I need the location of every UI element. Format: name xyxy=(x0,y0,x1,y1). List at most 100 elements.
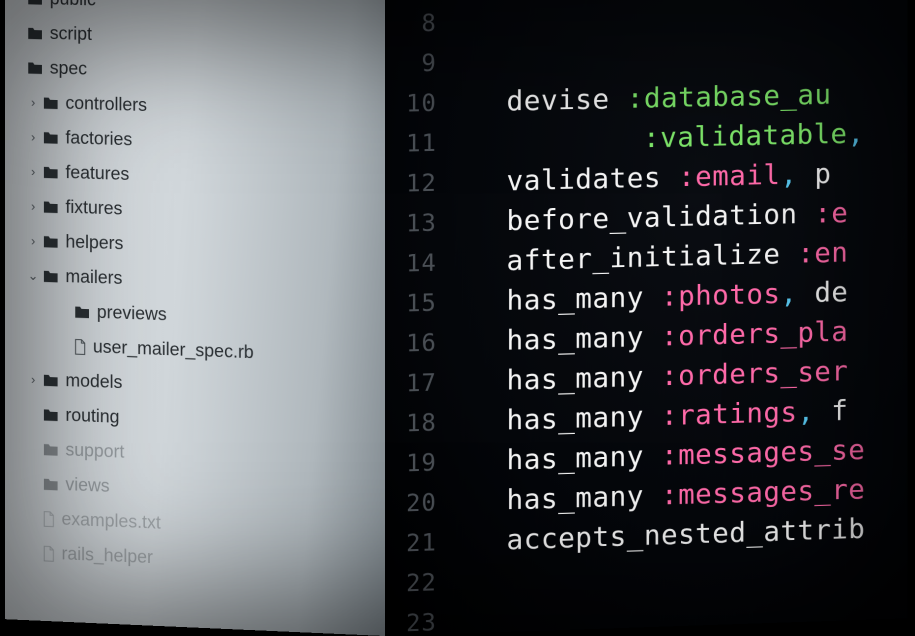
arrow-placeholder xyxy=(26,518,40,519)
folder-icon xyxy=(26,0,44,6)
indent xyxy=(455,350,507,351)
token-sym: :messages_se xyxy=(661,433,865,472)
line-number: 8 xyxy=(385,3,437,44)
token-pun: , xyxy=(780,157,814,190)
arrow-placeholder xyxy=(26,483,40,484)
chevron-down-icon[interactable]: ⌄ xyxy=(26,267,40,283)
tree-item-label: models xyxy=(65,370,122,393)
token-sym: :orders_pla xyxy=(661,315,848,353)
token-sym: :orders_ser xyxy=(661,354,848,392)
token-sym: :messages_re xyxy=(661,472,865,511)
tree-item-label: user_mailer_spec.rb xyxy=(93,337,254,364)
token-sym2: :database_au xyxy=(627,78,832,115)
chevron-right-icon[interactable]: › xyxy=(26,199,40,214)
chevron-right-icon[interactable]: › xyxy=(26,129,40,144)
chevron-right-icon[interactable]: › xyxy=(26,164,40,179)
line-number: 14 xyxy=(385,243,437,284)
line-number: 22 xyxy=(385,562,437,604)
arrow-placeholder xyxy=(26,552,40,553)
line-number: 13 xyxy=(385,203,437,244)
tree-item-label: controllers xyxy=(65,93,147,116)
line-number: 19 xyxy=(385,442,437,484)
line-number: 20 xyxy=(385,482,437,524)
folder-icon xyxy=(42,200,60,214)
code-area[interactable]: devise :database_au:validatable,validate… xyxy=(455,0,908,634)
tree-item-label: features xyxy=(65,162,129,185)
indent xyxy=(455,509,507,511)
line-number-gutter: 891011121314151617181920212223 xyxy=(385,0,455,636)
token-sym: :ratings xyxy=(661,395,797,432)
folder-icon xyxy=(42,165,60,179)
app-root: public script spec › controllers › factories › f… xyxy=(0,0,915,636)
tree-item-label: views xyxy=(65,474,109,497)
tree-item-label: helpers xyxy=(65,232,123,255)
folder-icon xyxy=(42,234,60,248)
tree-item-label: rails_helper xyxy=(62,543,153,568)
tree-item-label: support xyxy=(65,440,124,463)
tree-item-label: previews xyxy=(97,302,167,325)
token-kw: validates xyxy=(506,160,678,197)
folder-icon xyxy=(42,442,60,457)
folder-icon xyxy=(26,26,44,40)
line-number: 9 xyxy=(385,43,437,84)
indent xyxy=(455,190,507,191)
tree-item-label: spec xyxy=(50,58,87,80)
token-kw: has_many xyxy=(506,320,661,357)
tree-item-label: public xyxy=(50,0,96,10)
line-number: 15 xyxy=(385,283,437,324)
folder-icon xyxy=(42,130,60,144)
chevron-right-icon[interactable]: › xyxy=(26,372,40,387)
line-number: 21 xyxy=(385,522,437,564)
tree-item-label: mailers xyxy=(65,266,122,289)
indent xyxy=(455,429,507,430)
folder-icon xyxy=(73,305,91,319)
arrow-placeholder xyxy=(26,448,40,449)
file-icon xyxy=(73,338,87,354)
token-kw: before_validation xyxy=(506,197,814,237)
line-number: 23 xyxy=(385,602,437,636)
line-number: 16 xyxy=(385,323,437,364)
line-number: 18 xyxy=(385,403,437,444)
line-number: 11 xyxy=(385,123,437,164)
arrow-placeholder xyxy=(26,414,40,415)
token-kw: devise xyxy=(506,82,626,117)
folder-icon xyxy=(42,269,60,283)
file-tree-sidebar: public script spec › controllers › factories › f… xyxy=(5,0,385,636)
chevron-right-icon[interactable]: › xyxy=(26,233,40,248)
indent xyxy=(455,310,507,311)
token-pun: , xyxy=(848,117,865,150)
token-pun: , xyxy=(797,394,831,428)
tree-item-label: routing xyxy=(65,405,119,428)
token-sym: :e xyxy=(814,196,848,229)
folder-icon xyxy=(42,477,60,492)
token-kw: has_many xyxy=(506,439,661,476)
folder-icon xyxy=(42,373,60,388)
token-kw: has_many xyxy=(506,399,661,436)
indent xyxy=(455,270,507,271)
indent xyxy=(455,469,507,471)
folder-icon xyxy=(42,407,60,422)
indent xyxy=(455,110,507,111)
indent xyxy=(455,147,643,151)
token-kw: accepts_nested_attrib xyxy=(506,512,865,556)
code-editor[interactable]: 891011121314151617181920212223 devise :d… xyxy=(385,0,908,636)
tree-item-label: fixtures xyxy=(65,197,122,220)
indent xyxy=(455,549,507,551)
tree-item-label: examples.txt xyxy=(62,509,161,534)
chevron-right-icon[interactable]: › xyxy=(26,95,40,110)
indent xyxy=(455,390,507,391)
file-icon xyxy=(42,545,56,561)
token-sym: :email xyxy=(678,158,780,193)
file-tree[interactable]: public script spec › controllers › factories › f… xyxy=(5,0,385,585)
token-plain: f xyxy=(831,394,848,427)
token-kw: has_many xyxy=(506,479,661,517)
line-number: 17 xyxy=(385,363,437,404)
folder-icon xyxy=(26,61,44,75)
token-sym: :photos xyxy=(661,277,780,313)
tree-item-label: factories xyxy=(65,128,132,151)
line-number: 10 xyxy=(385,83,437,124)
indent xyxy=(455,230,507,231)
token-plain: de xyxy=(814,275,848,309)
tree-item-label: script xyxy=(50,23,92,45)
token-pun: , xyxy=(780,276,814,310)
